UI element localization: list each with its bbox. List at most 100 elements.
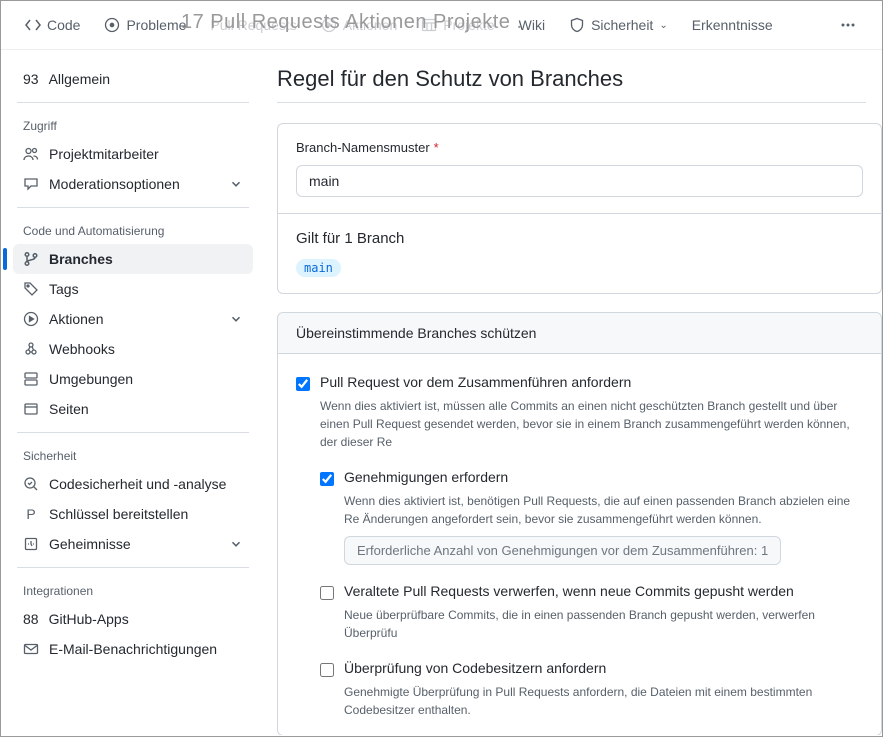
sidebar-webhooks-label: Webhooks — [49, 341, 115, 357]
require-approvals-checkbox[interactable] — [320, 472, 334, 486]
protect-header: Übereinstimmende Branches schützen — [278, 313, 881, 354]
pattern-label-text: Branch-Namensmuster — [296, 140, 430, 155]
dismiss-stale-checkbox[interactable] — [320, 586, 334, 600]
sidebar-branches-label: Branches — [49, 251, 113, 267]
tab-projects-label: Projekte — [443, 17, 494, 33]
require-pr-checkbox[interactable] — [296, 377, 310, 391]
codeowners-desc: Genehmigte Überprüfung in Pull Requests … — [344, 683, 863, 719]
sidebar-email-label: E-Mail-Benachrichtigungen — [49, 641, 217, 657]
sidebar-item-collaborators[interactable]: Projektmitarbeiter — [13, 139, 253, 169]
settings-container: 93 Allgemein Zugriff Projektmitarbeiter … — [1, 50, 882, 735]
require-approvals-label: Genehmigungen erfordern — [344, 469, 508, 485]
sidebar-environments-label: Umgebungen — [49, 371, 133, 387]
project-icon — [421, 17, 437, 33]
section-codeauto: Code und Automatisierung — [13, 216, 253, 244]
divider — [17, 207, 249, 208]
tag-icon — [23, 281, 39, 297]
caret-down-icon: ⌄ — [659, 20, 667, 31]
codescan-icon — [23, 476, 39, 492]
divider — [17, 432, 249, 433]
people-icon — [23, 146, 39, 162]
branch-pattern-input[interactable] — [296, 165, 863, 197]
tab-security[interactable]: Sicherheit ⌄ — [561, 13, 676, 37]
require-pr-label: Pull Request vor dem Zusammenführen anfo… — [320, 374, 631, 390]
sidebar-general-label: Allgemein — [49, 71, 110, 87]
tab-pullrequests[interactable]: Pull Requests — [202, 13, 304, 37]
tab-wiki[interactable]: Wiki — [511, 13, 553, 37]
protect-panel: Übereinstimmende Branches schützen Pull … — [277, 312, 882, 735]
overflow-menu[interactable] — [830, 13, 866, 37]
required-asterisk: * — [434, 140, 439, 155]
play-circle-icon — [23, 311, 39, 327]
divider — [17, 102, 249, 103]
branch-icon — [23, 251, 39, 267]
sidebar-item-actions[interactable]: Aktionen — [13, 304, 253, 334]
tab-security-label: Sicherheit — [591, 17, 653, 33]
branch-pill: main — [296, 259, 341, 277]
general-count: 93 — [23, 71, 39, 87]
sidebar-deploykeys-label: Schlüssel bereitstellen — [49, 506, 188, 522]
tab-insights[interactable]: Erkenntnisse — [684, 13, 781, 37]
tab-actions[interactable]: Aktionen — [313, 13, 405, 37]
sidebar-item-deploykeys[interactable]: P Schlüssel bereitstellen — [13, 499, 253, 529]
pattern-label: Branch-Namensmuster * — [296, 140, 863, 155]
server-icon — [23, 371, 39, 387]
tab-actions-label: Aktionen — [343, 17, 397, 33]
divider — [17, 567, 249, 568]
codeowners-checkbox[interactable] — [320, 663, 334, 677]
code-icon — [25, 17, 41, 33]
require-pr-desc: Wenn dies aktiviert ist, müssen alle Com… — [320, 397, 863, 451]
mail-icon — [23, 641, 39, 657]
sidebar-item-pages[interactable]: Seiten — [13, 394, 253, 424]
secrets-icon — [23, 536, 39, 552]
play-icon — [321, 17, 337, 33]
apps-count: 88 — [23, 611, 39, 627]
sidebar-item-apps[interactable]: 88 GitHub-Apps — [13, 604, 253, 634]
key-prefix: P — [23, 506, 39, 522]
required-reviews-selector[interactable]: Erforderliche Anzahl von Genehmigungen v… — [344, 536, 781, 565]
section-access: Zugriff — [13, 111, 253, 139]
sidebar-item-general[interactable]: 93 Allgemein — [13, 64, 253, 94]
sidebar-item-webhooks[interactable]: Webhooks — [13, 334, 253, 364]
chevron-down-icon — [229, 177, 243, 191]
sidebar-moderation-label: Moderationsoptionen — [49, 176, 180, 192]
dismiss-stale-label: Veraltete Pull Requests verwerfen, wenn … — [344, 583, 794, 599]
settings-sidebar: 93 Allgemein Zugriff Projektmitarbeiter … — [1, 50, 261, 735]
pattern-panel: Branch-Namensmuster * Gilt für 1 Branch … — [277, 123, 882, 294]
sidebar-item-environments[interactable]: Umgebungen — [13, 364, 253, 394]
sidebar-item-codesecurity[interactable]: Codesicherheit und -analyse — [13, 469, 253, 499]
sidebar-item-moderation[interactable]: Moderationsoptionen — [13, 169, 253, 199]
sidebar-actions-label: Aktionen — [49, 311, 103, 327]
sidebar-item-secrets[interactable]: Geheimnisse — [13, 529, 253, 559]
shield-icon — [569, 17, 585, 33]
sidebar-tags-label: Tags — [49, 281, 79, 297]
sidebar-secrets-label: Geheimnisse — [49, 536, 131, 552]
main-content: Regel für den Schutz von Branches Branch… — [261, 50, 882, 735]
tab-issues-label: Probleme — [126, 17, 186, 33]
sidebar-item-branches[interactable]: Branches — [13, 244, 253, 274]
tab-issues[interactable]: Probleme — [96, 13, 194, 37]
tab-projects[interactable]: Projekte — [413, 13, 502, 37]
sidebar-collab-label: Projektmitarbeiter — [49, 146, 159, 162]
webhook-icon — [23, 341, 39, 357]
sidebar-item-tags[interactable]: Tags — [13, 274, 253, 304]
tab-pullrequests-label: Pull Requests — [210, 17, 296, 33]
chevron-down-icon — [229, 537, 243, 551]
section-integrations: Integrationen — [13, 576, 253, 604]
kebab-icon — [840, 17, 856, 33]
dismiss-stale-desc: Neue überprüfbare Commits, die in einen … — [344, 606, 863, 642]
sidebar-item-email[interactable]: E-Mail-Benachrichtigungen — [13, 634, 253, 664]
sidebar-apps-label: GitHub-Apps — [49, 611, 129, 627]
chevron-down-icon — [229, 312, 243, 326]
page-title: Regel für den Schutz von Branches — [277, 66, 866, 103]
codeowners-label: Überprüfung von Codebesitzern anfordern — [344, 660, 606, 676]
comment-icon — [23, 176, 39, 192]
tab-code[interactable]: Code — [17, 13, 88, 37]
tab-wiki-label: Wiki — [519, 17, 545, 33]
repo-topnav: Code Probleme Pull Requests Aktionen Pro… — [1, 1, 882, 50]
applies-to-text: Gilt für 1 Branch — [296, 230, 863, 247]
browser-icon — [23, 401, 39, 417]
sidebar-codesec-label: Codesicherheit und -analyse — [49, 476, 226, 492]
tab-insights-label: Erkenntnisse — [692, 17, 773, 33]
require-approvals-desc: Wenn dies aktiviert ist, benötigen Pull … — [344, 492, 863, 528]
